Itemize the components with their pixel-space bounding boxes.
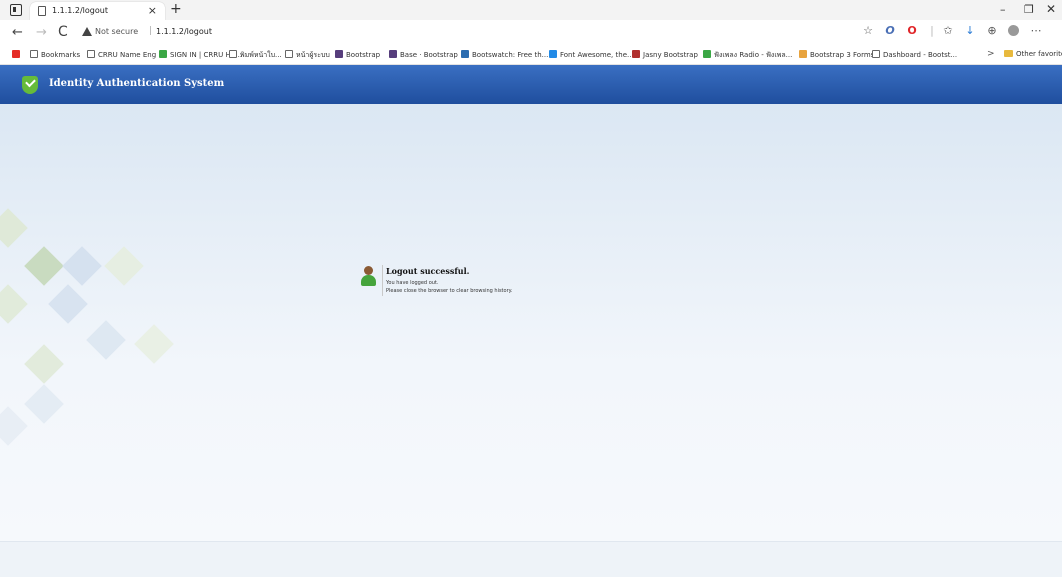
arrow-icon — [159, 50, 167, 58]
restore-button[interactable]: ❐ — [1024, 3, 1034, 16]
url-separator: | — [149, 26, 153, 36]
reload-button[interactable]: C — [58, 24, 68, 40]
decor-diamond — [62, 246, 102, 286]
page-icon — [30, 50, 38, 58]
youtube-icon — [12, 50, 20, 58]
other-favorites[interactable]: Other favorites — [1004, 50, 1062, 58]
message-line-2: Please close the browser to clear browsi… — [386, 288, 513, 294]
bookmark-item[interactable]: หน้าผู้ระบบ — [285, 50, 330, 61]
bookmark-label: Bootstrap 3 Forms — [810, 51, 875, 59]
tab-title: 1.1.1.2/logout — [52, 6, 108, 15]
bookmark-item[interactable]: CRRU Name Eng — [87, 50, 156, 59]
jasny-icon — [632, 50, 640, 58]
app-title: Identity Authentication System — [49, 78, 225, 89]
user-icon — [360, 266, 377, 287]
fontawesome-icon — [549, 50, 557, 58]
bookmarks-bar: Bookmarks CRRU Name Eng SIGN IN | CRRU HR.… — [0, 46, 1062, 65]
shield-check-icon — [22, 76, 38, 94]
decor-diamond — [24, 344, 64, 384]
page-icon — [229, 50, 237, 58]
message-line-1: You have logged out. — [386, 280, 439, 286]
page-icon — [87, 50, 95, 58]
bookmark-item[interactable]: Bootswatch: Free th... — [461, 50, 548, 59]
back-button[interactable]: ← — [12, 25, 23, 40]
decor-diamond — [48, 284, 88, 324]
browser-window: 1.1.1.2/logout × + – ❐ ✕ ← → C Not secur… — [0, 0, 1062, 577]
bookmark-label: CRRU Name Eng — [98, 51, 157, 59]
collections-icon[interactable]: ⊕ — [986, 25, 998, 37]
decor-diamond — [24, 246, 64, 286]
bookmark-item[interactable]: Bootstrap 3 Forms — [799, 50, 874, 59]
bookmarks-more-button[interactable]: > — [987, 49, 995, 59]
bookmark-item[interactable]: Bookmarks — [30, 50, 80, 59]
page-icon — [872, 50, 880, 58]
folder-icon — [1004, 50, 1013, 57]
opera-red-icon[interactable]: O — [906, 25, 918, 37]
warning-icon[interactable] — [82, 27, 92, 36]
menu-icon[interactable]: ⋯ — [1030, 25, 1042, 37]
url-field[interactable]: 1.1.1.2/logout — [156, 27, 212, 36]
bookmark-item[interactable]: Bootstrap — [335, 50, 380, 59]
bookmark-label: พิมพ์หน้าใบ... — [240, 51, 282, 59]
decor-diamond — [86, 320, 126, 360]
security-label[interactable]: Not secure — [95, 27, 138, 36]
tab-logout[interactable]: 1.1.1.2/logout × — [30, 2, 165, 20]
page-body — [0, 104, 1062, 541]
decor-diamond — [0, 208, 28, 248]
decor-diamond — [0, 284, 28, 324]
bookmark-item[interactable]: Jasny Bootstrap — [632, 50, 698, 59]
decor-diamond — [134, 324, 174, 364]
bookmark-label: Dashboard - Bootst... — [883, 51, 958, 59]
bookmark-item[interactable]: ฟังเพลง Radio - ฟังเพล... — [703, 50, 792, 61]
forward-button[interactable]: → — [36, 25, 47, 40]
radio-icon — [703, 50, 711, 58]
bookmark-item[interactable]: พิมพ์หน้าใบ... — [229, 50, 282, 61]
bootstrap-icon — [335, 50, 343, 58]
bookmark-item[interactable]: Base · Bootstrap — [389, 50, 458, 59]
bookmark-label: Bootstrap — [346, 51, 381, 59]
decor-diamond — [104, 246, 144, 286]
bootstrap-icon — [389, 50, 397, 58]
bookmark-label: หน้าผู้ระบบ — [296, 51, 330, 59]
message-divider — [382, 265, 383, 296]
decor-diamond — [0, 406, 28, 446]
page-icon — [38, 6, 46, 16]
bookmark-item[interactable] — [12, 50, 23, 59]
bookmark-label: Bootswatch: Free th... — [472, 51, 549, 59]
bookmark-label: ฟังเพลง Radio - ฟังเพล... — [714, 51, 793, 59]
decor-diamond — [24, 384, 64, 424]
forms-icon — [799, 50, 807, 58]
bootswatch-icon — [461, 50, 469, 58]
profile-icon[interactable] — [1008, 25, 1019, 36]
tab-close-icon[interactable]: × — [148, 4, 157, 17]
opera-icon[interactable]: O — [884, 25, 896, 37]
bookmark-label: Jasny Bootstrap — [643, 51, 698, 59]
bookmark-label: Font Awesome, the... — [560, 51, 634, 59]
page-footer — [0, 541, 1062, 577]
bookmark-label: Base · Bootstrap — [400, 51, 458, 59]
message-title: Logout successful. — [386, 266, 470, 276]
page-header: Identity Authentication System — [0, 65, 1062, 104]
read-aloud-icon[interactable]: ☆ — [862, 25, 874, 37]
address-bar-row: ← → C Not secure | 1.1.1.2/logout ☆ O O … — [0, 20, 1062, 46]
tab-actions-icon[interactable] — [10, 4, 22, 16]
bookmark-item[interactable]: Font Awesome, the... — [549, 50, 634, 59]
minimize-button[interactable]: – — [1000, 3, 1006, 16]
divider-icon: | — [930, 24, 934, 37]
page-icon — [285, 50, 293, 58]
bookmark-item[interactable]: Dashboard - Bootst... — [872, 50, 957, 59]
logout-message: Logout successful. You have logged out. … — [360, 265, 580, 297]
extension-icon[interactable]: ↓ — [964, 25, 976, 37]
new-tab-button[interactable]: + — [170, 1, 182, 17]
other-favorites-label: Other favorites — [1016, 50, 1062, 58]
close-window-button[interactable]: ✕ — [1046, 2, 1056, 16]
favorites-icon[interactable]: ✩ — [942, 25, 954, 37]
bookmark-label: Bookmarks — [41, 51, 81, 59]
tab-strip: 1.1.1.2/logout × + – ❐ ✕ — [0, 0, 1062, 20]
